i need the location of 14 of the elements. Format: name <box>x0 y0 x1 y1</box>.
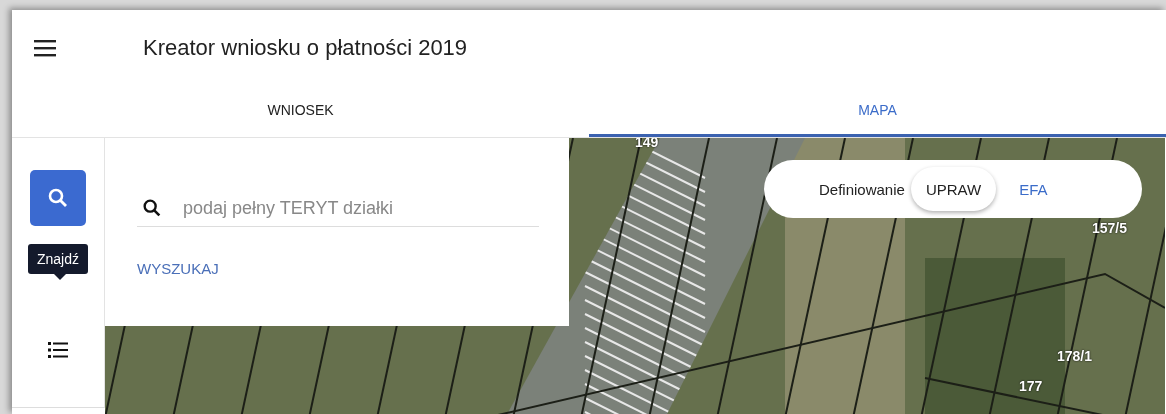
parcel-label: 149 <box>635 138 659 150</box>
tooltip: Znajdź <box>28 244 88 280</box>
search-field[interactable]: podaj pełny TERYT działki <box>181 196 539 220</box>
mode-option[interactable]: UPRAW <box>910 167 997 211</box>
parcel-label: 178/1 <box>1057 348 1093 364</box>
search-icon <box>141 197 163 219</box>
mode-option[interactable]: EFA <box>1004 167 1063 211</box>
parcel-label: 157/5 <box>1092 220 1128 236</box>
tab[interactable]: MAPA <box>589 85 1166 137</box>
mode-label: Definiowanie <box>819 180 905 198</box>
search-submit-button[interactable]: WYSZUKAJ <box>137 260 219 277</box>
parcel-label: 177 <box>1019 378 1043 394</box>
app-title: Kreator wniosku o płatności 2019 <box>143 34 468 61</box>
search-button[interactable] <box>30 170 86 226</box>
